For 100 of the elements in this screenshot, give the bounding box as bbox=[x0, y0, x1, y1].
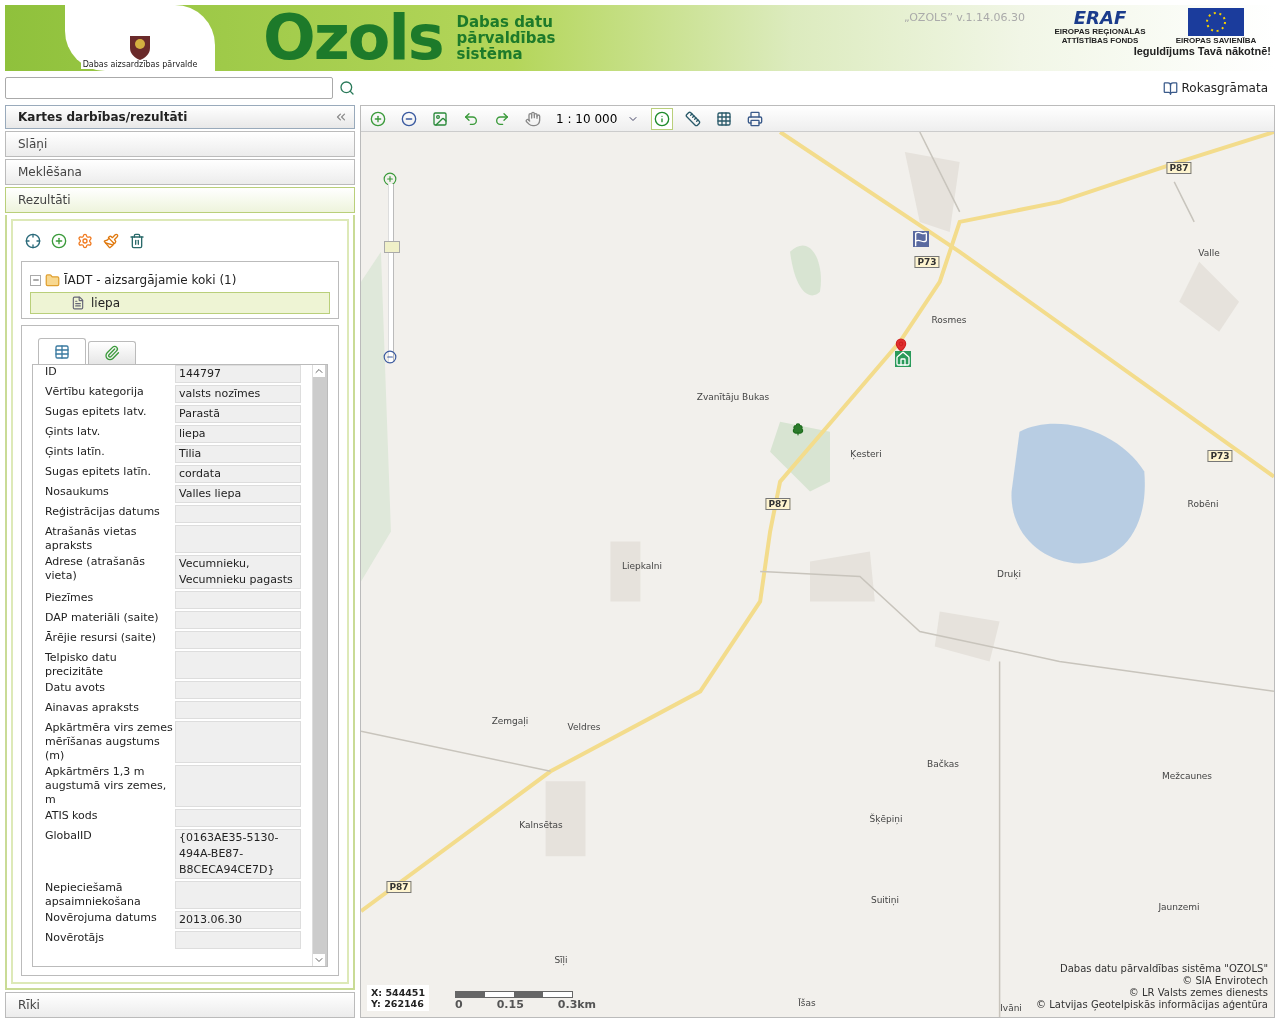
attribute-value: liepa bbox=[175, 425, 301, 443]
place-label: Liepkalni bbox=[622, 561, 662, 571]
scrollbar[interactable] bbox=[312, 365, 327, 966]
place-label: Ivāni bbox=[1000, 1003, 1022, 1013]
attribute-label: Nosaukums bbox=[45, 485, 110, 500]
place-label: Sīļi bbox=[554, 955, 568, 965]
landscape-icon bbox=[432, 110, 448, 127]
attribute-value: valsts nozīmes bbox=[175, 385, 301, 403]
add-icon bbox=[51, 233, 67, 249]
info-icon bbox=[654, 110, 671, 127]
logo-subtitle: pārvaldības bbox=[456, 30, 556, 46]
attribution-text: Dabas datu pārvaldības sistēma "OZOLS" bbox=[1059, 963, 1268, 975]
info-button[interactable] bbox=[651, 107, 674, 130]
forest-area bbox=[790, 245, 821, 296]
attribute-label: Apkārtmērs 1,3 m augstumā virs zemes, m bbox=[45, 765, 168, 807]
attribute-value: {0163AE35-5130-494A-BE87-B8CECA94CE7D} bbox=[175, 829, 301, 879]
attribute-label: ID bbox=[45, 365, 58, 380]
accordion-header[interactable]: Meklēšana bbox=[5, 159, 355, 185]
built-up-area bbox=[934, 611, 1000, 662]
forward-arrow-icon bbox=[494, 110, 510, 127]
place-label: Zvanītāju Bukas bbox=[696, 392, 770, 402]
place-label: Robēni bbox=[1187, 499, 1219, 509]
manual-link[interactable]: Rokasgrāmata bbox=[1162, 80, 1268, 96]
attribute-label: Telpisko datu precizitāte bbox=[45, 651, 118, 679]
attribution-text: © SIA Envirotech bbox=[1182, 975, 1268, 987]
scale-label: 0.15 bbox=[496, 998, 524, 1011]
attribute-value: Vecumnieku, Vecumnieku pagasts bbox=[175, 555, 301, 589]
logo-wordmark: Ozols bbox=[263, 5, 443, 71]
search-button[interactable] bbox=[339, 80, 355, 96]
pin-marker-icon[interactable] bbox=[894, 338, 908, 352]
place-label: Zemgaļi bbox=[491, 716, 529, 726]
attribute-value: Tilia bbox=[175, 445, 301, 463]
coordinate-text: Y: 262146 bbox=[371, 998, 425, 1009]
trash-icon bbox=[129, 233, 145, 249]
brush-button[interactable] bbox=[103, 233, 119, 249]
collapse-toggle[interactable] bbox=[30, 274, 41, 286]
slider-thumb[interactable] bbox=[384, 240, 400, 253]
tree-item[interactable]: liepa bbox=[30, 292, 330, 314]
accordion-header[interactable]: Slāņi bbox=[5, 131, 355, 157]
attribute-label: Ģints latv. bbox=[45, 425, 102, 440]
ruler-icon bbox=[685, 110, 702, 127]
eu-caption: EIROPAS SAVIENĪBA bbox=[1175, 36, 1257, 45]
house-marker-icon[interactable] bbox=[895, 351, 911, 367]
place-label: Suitiņi bbox=[870, 895, 900, 905]
tab[interactable] bbox=[88, 341, 136, 364]
print-icon bbox=[747, 110, 764, 127]
place-label: Šķēpiņi bbox=[869, 814, 903, 824]
road-number: P73 bbox=[1207, 450, 1233, 462]
road-number: P87 bbox=[1166, 162, 1192, 174]
attribute-label: Datu avots bbox=[45, 681, 107, 696]
eraf-logo: ERAF EIROPAS REĢIONĀLĀS ATTĪSTĪBAS FONDS bbox=[1053, 8, 1147, 45]
paperclip-icon bbox=[104, 345, 120, 361]
zoom-in-icon[interactable] bbox=[383, 172, 397, 186]
attribute-label: Sugas epitets latīn. bbox=[45, 465, 152, 480]
zoom-out-icon bbox=[401, 110, 417, 127]
place-label: Valle bbox=[1198, 248, 1220, 258]
attribute-label: Reģistrācijas datums bbox=[45, 505, 161, 520]
accordion-header[interactable]: Rīki bbox=[5, 992, 355, 1018]
collapse-icon[interactable] bbox=[334, 110, 348, 124]
attribute-value: cordata bbox=[175, 465, 301, 483]
tab[interactable] bbox=[38, 338, 86, 364]
version-text: „OZOLS” v.1.14.06.30 bbox=[904, 11, 1025, 24]
attribute-label: Ainavas apraksts bbox=[45, 701, 140, 716]
zoom-in-icon bbox=[370, 110, 386, 127]
road-number: P73 bbox=[914, 256, 940, 268]
attribute-label: ATIS kods bbox=[45, 809, 99, 824]
tree-marker-icon[interactable] bbox=[791, 422, 805, 436]
place-label: Mežcaunes bbox=[1161, 771, 1213, 781]
trash-button[interactable] bbox=[129, 233, 145, 249]
built-up-area bbox=[810, 551, 875, 602]
road-number: P87 bbox=[765, 498, 791, 510]
scale-label: 0.3km bbox=[557, 998, 597, 1011]
folder-icon bbox=[45, 272, 60, 288]
zoom-slider[interactable] bbox=[383, 184, 399, 362]
attribute-value: 144797 bbox=[175, 365, 301, 383]
scroll-down-icon[interactable] bbox=[313, 954, 325, 966]
place-label: Bačkas bbox=[927, 759, 959, 769]
target-button[interactable] bbox=[25, 233, 41, 249]
scroll-up-icon[interactable] bbox=[313, 365, 325, 377]
hand-icon bbox=[525, 110, 541, 127]
attribute-label: GlobalID bbox=[45, 829, 93, 844]
attribute-label: Ģints latīn. bbox=[45, 445, 106, 460]
gear-button[interactable] bbox=[77, 233, 93, 249]
add-button[interactable] bbox=[51, 233, 67, 249]
scale-dropdown[interactable]: 1 : 10 000 bbox=[553, 107, 643, 130]
attribute-value: Valles liepa bbox=[175, 485, 301, 503]
accordion-header[interactable]: Rezultāti bbox=[5, 187, 355, 213]
place-label: Rosmes bbox=[931, 315, 967, 325]
logo-subtitle: sistēma bbox=[456, 46, 523, 62]
tree-group-label[interactable]: ĪADT - aizsargājamie koki (1) bbox=[64, 273, 237, 287]
place-label: Kalnsētas bbox=[519, 820, 563, 830]
zoom-out-icon[interactable] bbox=[383, 350, 397, 364]
attribute-label: Atrašanās vietas apraksts bbox=[45, 525, 138, 553]
attribute-label: Nepieciešamā apsaimniekošana bbox=[45, 881, 142, 909]
attribute-label: Adrese (atrašanās vieta) bbox=[45, 555, 146, 584]
flag-marker-icon[interactable] bbox=[913, 231, 929, 247]
place-label: Druķi bbox=[997, 569, 1021, 579]
search-field[interactable] bbox=[5, 77, 333, 99]
attribute-label: Novērotājs bbox=[45, 931, 106, 946]
minor-road bbox=[1173, 181, 1195, 223]
